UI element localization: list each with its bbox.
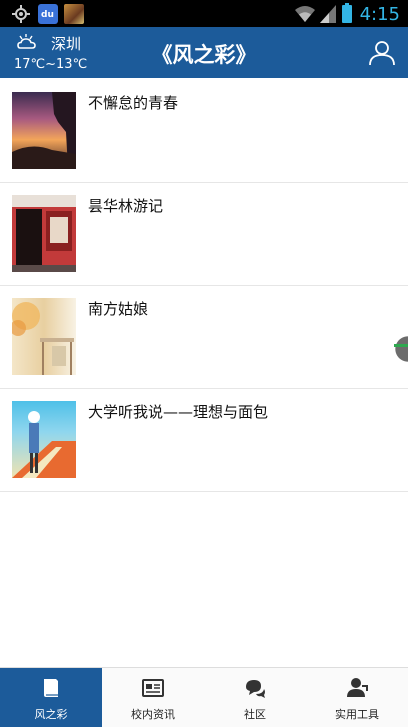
- article-thumbnail: [12, 92, 76, 169]
- tab-campus-news[interactable]: 校内资讯: [102, 668, 204, 727]
- weather-city[interactable]: 深圳: [51, 33, 81, 54]
- baidu-icon: du: [38, 4, 58, 24]
- article-title: 南方姑娘: [88, 300, 149, 318]
- tab-label: 风之彩: [34, 708, 68, 721]
- clock: 4:15: [359, 3, 400, 25]
- list-item[interactable]: 昙华林游记: [0, 183, 408, 286]
- game-app-icon: [64, 4, 84, 24]
- tab-community[interactable]: 社区: [204, 668, 306, 727]
- wifi-icon: [294, 6, 315, 22]
- article-thumbnail: [12, 298, 76, 375]
- weather-temperature[interactable]: 17℃~13℃: [14, 57, 87, 72]
- article-title: 昙华林游记: [88, 197, 164, 215]
- article-list: 不懈怠的青春 昙华林游记 南方姑娘 大学听我说——理想与面包: [0, 80, 408, 492]
- user-profile-icon[interactable]: [368, 39, 396, 67]
- person-tools-icon: [347, 678, 368, 697]
- battery-icon: [341, 3, 352, 23]
- list-item[interactable]: 大学听我说——理想与面包: [0, 389, 408, 492]
- tab-label: 社区: [244, 708, 266, 721]
- book-icon: [44, 679, 58, 697]
- app-header: 深圳 17℃~13℃ 《风之彩》: [0, 27, 408, 78]
- floating-assistant-handle[interactable]: [392, 330, 408, 368]
- gps-icon: [12, 5, 30, 23]
- newspaper-icon: [142, 679, 164, 697]
- status-bar: du 4:15: [0, 0, 408, 27]
- cloudy-sun-icon[interactable]: [16, 34, 38, 52]
- list-item[interactable]: 南方姑娘: [0, 286, 408, 389]
- chat-bubbles-icon: [246, 680, 265, 698]
- bottom-tab-bar: 风之彩 校内资讯 社区 实用工具: [0, 667, 408, 727]
- tab-tools[interactable]: 实用工具: [306, 668, 408, 727]
- article-thumbnail: [12, 401, 76, 478]
- article-title: 不懈怠的青春: [88, 94, 179, 112]
- tab-fengzhicai[interactable]: 风之彩: [0, 668, 102, 727]
- signal-icon: [319, 5, 336, 23]
- list-item[interactable]: 不懈怠的青春: [0, 80, 408, 183]
- tab-label: 实用工具: [335, 708, 379, 721]
- tab-label: 校内资讯: [131, 708, 175, 721]
- article-thumbnail: [12, 195, 76, 272]
- article-title: 大学听我说——理想与面包: [88, 403, 269, 421]
